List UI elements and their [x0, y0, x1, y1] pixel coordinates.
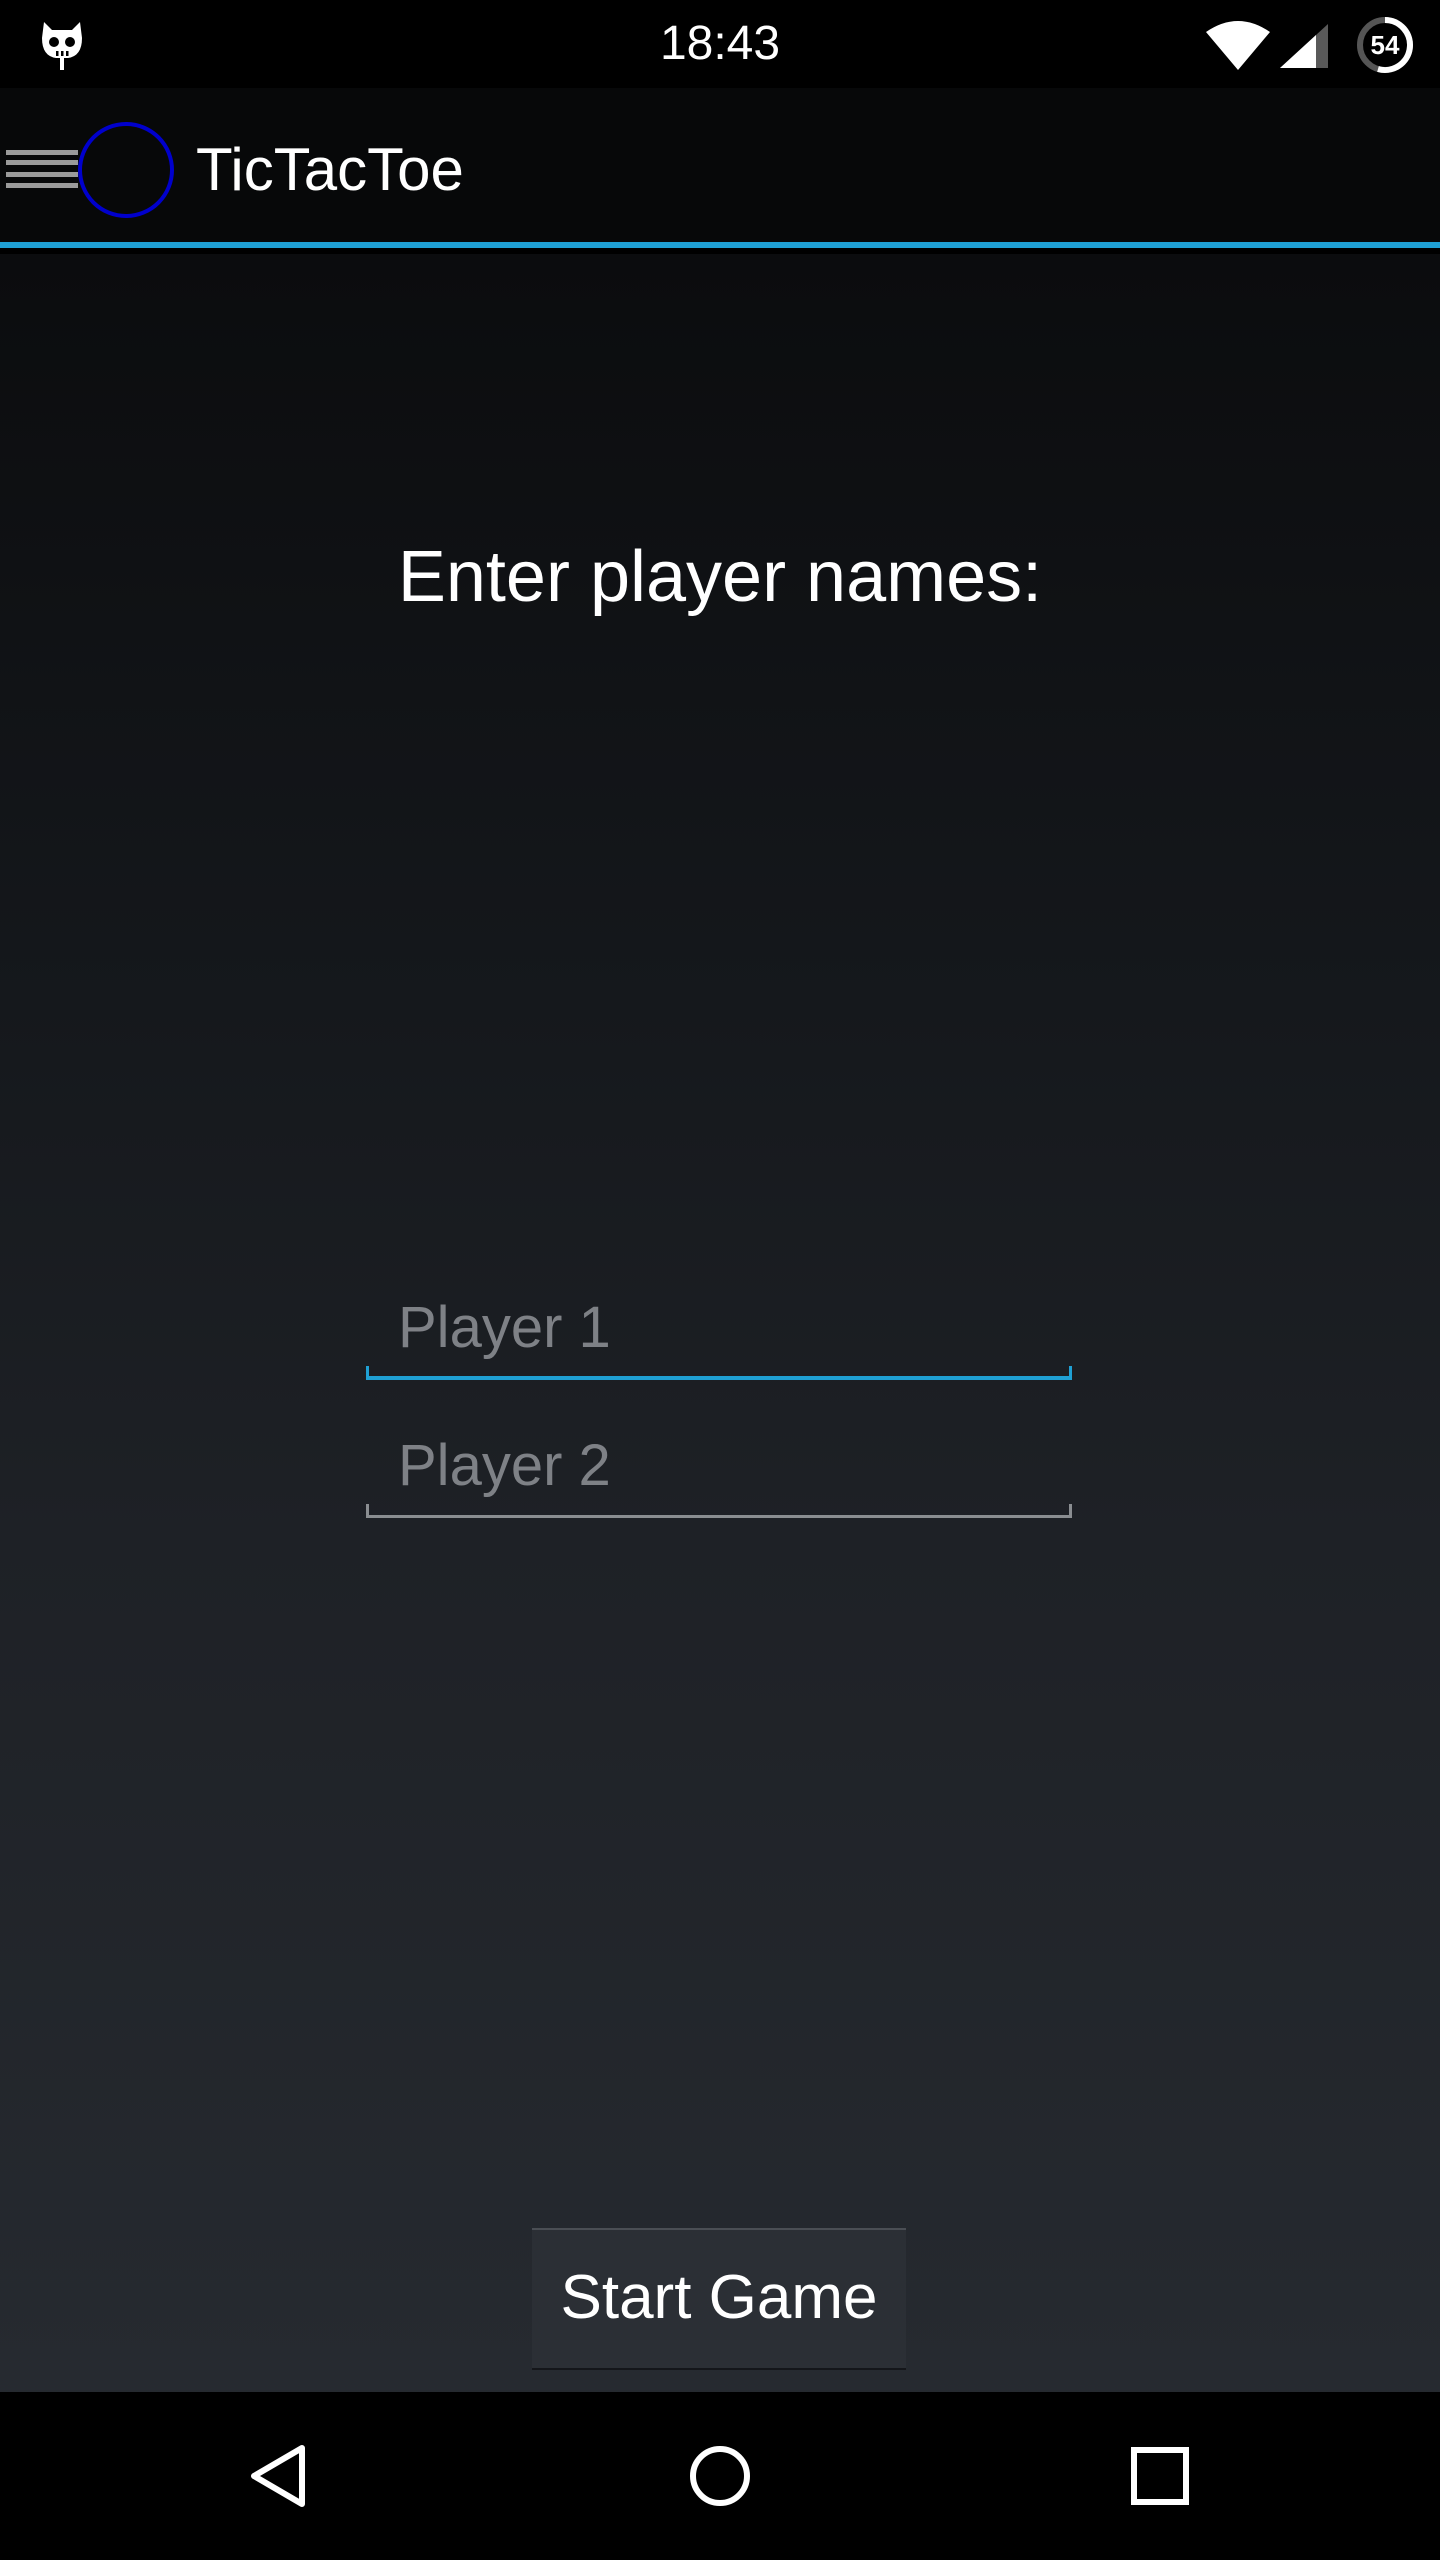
- status-bar: 18:43 54: [0, 0, 1440, 88]
- app-title: TicTacToe: [196, 136, 464, 203]
- battery-level: 54: [1370, 30, 1400, 60]
- nav-bar: [0, 2392, 1440, 2560]
- cell-signal-icon: [1280, 24, 1328, 68]
- recents-icon[interactable]: [1120, 2436, 1200, 2516]
- player1-field[interactable]: [366, 1280, 1072, 1380]
- start-game-button[interactable]: Start Game: [532, 2228, 906, 2370]
- player2-field[interactable]: [366, 1418, 1072, 1518]
- drawer-menu-icon[interactable]: [6, 146, 78, 192]
- app-bar: TicTacToe: [0, 88, 1440, 248]
- back-icon[interactable]: [240, 2436, 320, 2516]
- home-icon[interactable]: [680, 2436, 760, 2516]
- player1-underline: [366, 1366, 1072, 1380]
- wifi-icon: [1206, 21, 1270, 70]
- app-bar-accent-line: [0, 242, 1440, 248]
- player2-underline: [366, 1504, 1072, 1518]
- screen: 18:43 54 TicTacToe Enter player names: P…: [0, 0, 1440, 2560]
- app-logo-icon: [78, 122, 174, 218]
- player2-input[interactable]: [366, 1418, 1072, 1512]
- player1-input[interactable]: [366, 1280, 1072, 1374]
- page-prompt: Enter player names:: [397, 537, 1043, 617]
- main-content: Enter player names: Start Game: [0, 254, 1440, 2392]
